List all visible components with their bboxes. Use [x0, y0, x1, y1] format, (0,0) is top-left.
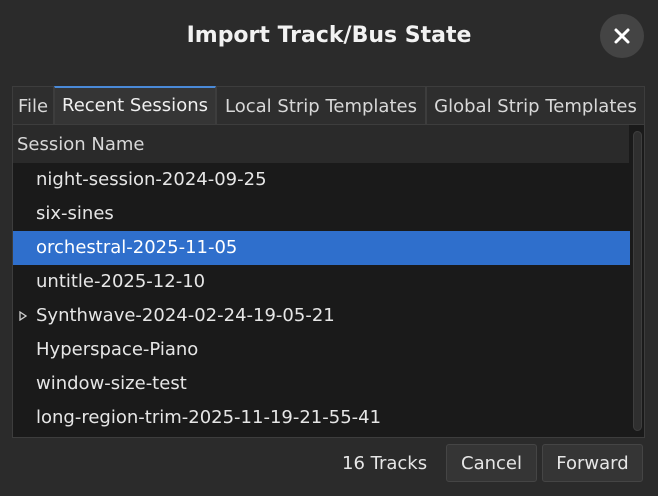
column-header-session-name[interactable]: Session Name: [13, 125, 629, 163]
list-item-label: untitle-2025-12-10: [36, 271, 206, 292]
cancel-button[interactable]: Cancel: [446, 444, 537, 482]
list-item-selected[interactable]: orchestral-2025-11-05: [13, 231, 630, 265]
tab-bar: File Recent Sessions Local Strip Templat…: [12, 86, 645, 124]
list-item-label: long-region-trim-2025-11-19-21-55-41: [36, 407, 382, 428]
dialog-footer: 16 Tracks Cancel Forward: [0, 444, 658, 484]
tab-file[interactable]: File: [12, 86, 54, 124]
list-item-label: window-size-test: [36, 373, 187, 394]
list-item[interactable]: Hyperspace-Piano: [13, 333, 630, 367]
list-item-label: six-sines: [36, 203, 114, 224]
close-icon: [614, 28, 630, 44]
list-item[interactable]: six-sines: [13, 197, 630, 231]
list-item-label: night-session-2024-09-25: [36, 169, 267, 190]
session-list-panel: Session Name night-session-2024-09-25 si…: [12, 124, 645, 438]
session-list: night-session-2024-09-25 six-sines orche…: [13, 163, 630, 435]
tab-global-strip-templates[interactable]: Global Strip Templates: [426, 86, 645, 124]
close-button[interactable]: [600, 14, 644, 58]
list-item-label: orchestral-2025-11-05: [36, 237, 238, 258]
list-item[interactable]: window-size-test: [13, 367, 630, 401]
tab-recent-sessions[interactable]: Recent Sessions: [54, 86, 216, 124]
vertical-scrollbar[interactable]: [633, 131, 642, 431]
dialog-title: Import Track/Bus State: [186, 23, 472, 48]
track-count-label: 16 Tracks: [342, 453, 428, 474]
list-item-label: Hyperspace-Piano: [36, 339, 199, 360]
tab-local-strip-templates[interactable]: Local Strip Templates: [216, 86, 426, 124]
list-item-label: Synthwave-2024-02-24-19-05-21: [36, 305, 335, 326]
expander-icon[interactable]: [17, 299, 29, 333]
list-item[interactable]: long-region-trim-2025-11-19-21-55-41: [13, 401, 630, 435]
list-item[interactable]: Synthwave-2024-02-24-19-05-21: [13, 299, 630, 333]
list-item[interactable]: night-session-2024-09-25: [13, 163, 630, 197]
forward-button[interactable]: Forward: [542, 444, 643, 482]
triangle-right-icon: [19, 311, 27, 321]
list-item[interactable]: untitle-2025-12-10: [13, 265, 630, 299]
title-bar: Import Track/Bus State: [0, 0, 658, 72]
